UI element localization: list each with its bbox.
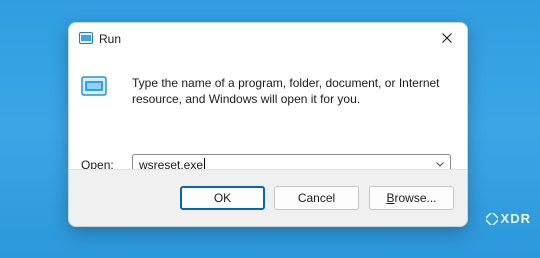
- xdr-logo-icon: [485, 212, 498, 225]
- close-button[interactable]: [427, 23, 467, 53]
- run-program-icon: [81, 76, 107, 96]
- run-app-icon: [79, 32, 93, 44]
- ok-button[interactable]: OK: [180, 186, 265, 210]
- title-bar[interactable]: Run: [69, 23, 467, 55]
- browse-button[interactable]: Browse...: [369, 186, 454, 210]
- browse-mnemonic: B: [386, 191, 395, 205]
- run-dialog: Run Type the name of a program, folder, …: [68, 22, 468, 227]
- close-icon: [442, 33, 452, 43]
- browse-label: rowse...: [394, 191, 437, 205]
- watermark-text: XDR: [500, 211, 531, 226]
- description-text: Type the name of a program, folder, docu…: [132, 76, 440, 106]
- button-bar: OK Cancel Browse...: [69, 169, 467, 226]
- cancel-button[interactable]: Cancel: [274, 186, 359, 210]
- window-title: Run: [99, 32, 122, 46]
- xdr-watermark: XDR: [485, 211, 531, 226]
- dialog-body: Type the name of a program, folder, docu…: [69, 55, 467, 175]
